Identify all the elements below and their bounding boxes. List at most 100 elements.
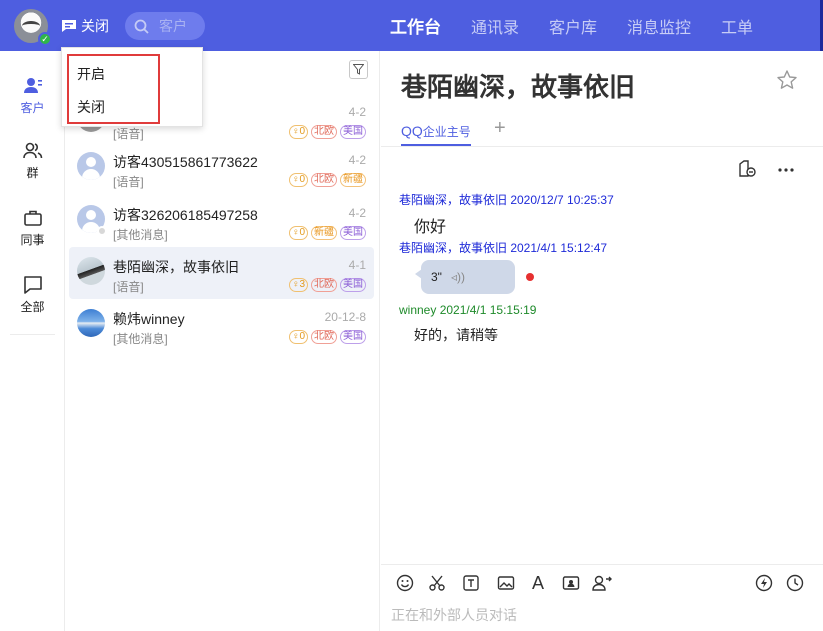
tab-sub-label: 企业主号 bbox=[422, 125, 471, 139]
message-sender: winney 2021/4/1 15:15:19 bbox=[399, 303, 537, 317]
sidebar-item-all[interactable]: 全部 bbox=[0, 275, 65, 325]
nav-customer-library[interactable]: 客户库 bbox=[549, 14, 597, 38]
status-option-on[interactable]: 开启 bbox=[77, 64, 105, 84]
last-time: 4-2 bbox=[348, 206, 366, 220]
tag-group: ♀0 北欧 美国 bbox=[286, 125, 366, 139]
end-session-icon bbox=[739, 160, 756, 177]
region-tag: 北欧 bbox=[311, 125, 337, 139]
filter-button[interactable] bbox=[349, 60, 368, 79]
quick-reply-button[interactable] bbox=[460, 572, 482, 594]
last-message: [其他消息] bbox=[113, 332, 168, 346]
last-message: [语音] bbox=[113, 280, 144, 294]
transfer-user-icon bbox=[592, 575, 612, 591]
online-check-icon: ✓ bbox=[38, 32, 52, 46]
add-tab-button[interactable]: + bbox=[494, 117, 506, 140]
conversation-list: [语音] 4-2 ♀0 北欧 美国 访客430515861773622 [语音]… bbox=[65, 51, 380, 631]
contact-avatar bbox=[77, 309, 105, 337]
history-button[interactable] bbox=[784, 572, 806, 594]
search-box[interactable] bbox=[125, 12, 205, 40]
contact-avatar bbox=[77, 152, 105, 180]
voice-message[interactable]: 3" ◃)) bbox=[415, 260, 515, 294]
filter-icon bbox=[353, 64, 364, 75]
message-text: 好的，请稍等 bbox=[414, 327, 498, 343]
sidebar-divider bbox=[10, 334, 55, 335]
nav-contacts[interactable]: 通讯录 bbox=[471, 14, 519, 38]
tab-qq-account[interactable]: QQ企业主号 bbox=[401, 123, 471, 146]
font-icon[interactable]: A bbox=[527, 572, 549, 594]
region-tag: 美国 bbox=[340, 226, 366, 240]
coin-count: 3 bbox=[299, 279, 305, 290]
tag-group: ♀3 北欧 美国 bbox=[286, 278, 366, 292]
more-button[interactable] bbox=[777, 159, 795, 184]
tag-group: ♀0 新疆 美国 bbox=[286, 226, 366, 240]
nav-workbench[interactable]: 工作台 bbox=[390, 13, 441, 38]
status-label: 关闭 bbox=[81, 18, 109, 34]
region-tag: 新疆 bbox=[340, 173, 366, 187]
tab-divider bbox=[381, 146, 823, 147]
unread-dot bbox=[526, 273, 534, 281]
voice-duration: 3" bbox=[431, 270, 442, 284]
emoji-icon bbox=[396, 574, 414, 592]
coin-count: 0 bbox=[299, 126, 305, 137]
main-nav: 工作台 通讯录 客户库 消息监控 工单 bbox=[390, 0, 783, 51]
coin-tag: ♀0 bbox=[288, 125, 308, 139]
transfer-button[interactable] bbox=[591, 572, 613, 594]
region-tag: 美国 bbox=[340, 125, 366, 139]
briefcase-icon bbox=[23, 210, 42, 226]
screenshot-button[interactable] bbox=[426, 572, 448, 594]
message-sender: 巷陌幽深，故事依旧 2020/12/7 10:25:37 bbox=[399, 193, 614, 207]
tab-main-label: QQ bbox=[401, 123, 423, 139]
sidebar-item-colleagues[interactable]: 同事 bbox=[0, 208, 65, 258]
avatar-face bbox=[22, 21, 40, 31]
card-button[interactable] bbox=[560, 572, 582, 594]
region-tag: 北欧 bbox=[311, 173, 337, 187]
contact-name: 访客430515861773622 bbox=[113, 154, 258, 170]
sidebar-item-customers[interactable]: 客户 bbox=[0, 76, 65, 126]
quick-reply-icon bbox=[463, 575, 479, 591]
offline-dot bbox=[97, 226, 107, 236]
contact-card-icon bbox=[562, 576, 580, 590]
status-toggle[interactable]: 关闭 bbox=[61, 16, 109, 36]
region-tag: 美国 bbox=[340, 330, 366, 344]
nav-message-monitor[interactable]: 消息监控 bbox=[627, 14, 691, 38]
sidebar-item-groups[interactable]: 群 bbox=[0, 141, 65, 191]
coin-count: 0 bbox=[299, 331, 305, 342]
coin-tag: ♀0 bbox=[288, 226, 308, 240]
conversation-row[interactable]: 访客430515861773622 [语音] 4-2 ♀0 北欧 新疆 bbox=[69, 142, 374, 194]
user-avatar[interactable]: ✓ bbox=[14, 9, 52, 46]
conversation-row[interactable]: 赖炜winney [其他消息] 20-12-8 ♀0 北欧 美国 bbox=[69, 299, 374, 351]
coin-tag: ♀0 bbox=[288, 173, 308, 187]
nav-tickets[interactable]: 工单 bbox=[721, 14, 753, 38]
star-icon bbox=[777, 70, 797, 89]
conversation-row[interactable]: 巷陌幽深，故事依旧 [语音] 4-1 ♀3 北欧 美国 bbox=[69, 247, 374, 299]
image-icon bbox=[497, 576, 515, 590]
message-input[interactable] bbox=[391, 603, 811, 627]
contact-name: 巷陌幽深，故事依旧 bbox=[113, 259, 239, 275]
region-tag: 美国 bbox=[340, 278, 366, 292]
region-tag: 北欧 bbox=[311, 278, 337, 292]
image-button[interactable] bbox=[495, 572, 517, 594]
chat-title: 巷陌幽深，故事依旧 bbox=[401, 72, 636, 102]
last-time: 4-2 bbox=[348, 153, 366, 167]
status-option-off[interactable]: 关闭 bbox=[77, 97, 105, 117]
sidebar-item-label: 全部 bbox=[20, 300, 45, 314]
tag-group: ♀0 北欧 美国 bbox=[286, 330, 366, 344]
voice-wave-icon: ◃)) bbox=[451, 270, 466, 284]
chat-bubble-icon bbox=[23, 276, 42, 294]
sidebar-item-label: 客户 bbox=[20, 101, 45, 115]
flash-button[interactable] bbox=[753, 572, 775, 594]
conversation-row[interactable]: 访客326206185497258 [其他消息] 4-2 ♀0 新疆 美国 bbox=[69, 195, 374, 247]
emoji-button[interactable] bbox=[394, 572, 416, 594]
customer-icon bbox=[23, 78, 42, 93]
region-tag: 北欧 bbox=[311, 330, 337, 344]
end-session-button[interactable] bbox=[737, 159, 757, 184]
region-tag: 新疆 bbox=[311, 226, 337, 240]
coin-tag: ♀0 bbox=[288, 330, 308, 344]
coin-count: 0 bbox=[299, 227, 305, 238]
search-input[interactable] bbox=[159, 18, 203, 34]
clock-icon bbox=[786, 574, 804, 592]
contact-name: 访客326206185497258 bbox=[113, 207, 258, 223]
favorite-button[interactable] bbox=[776, 69, 798, 96]
top-bar: ✓ 关闭 工作台 通讯录 客户库 消息监控 工单 bbox=[0, 0, 823, 51]
last-time: 4-1 bbox=[348, 258, 366, 272]
